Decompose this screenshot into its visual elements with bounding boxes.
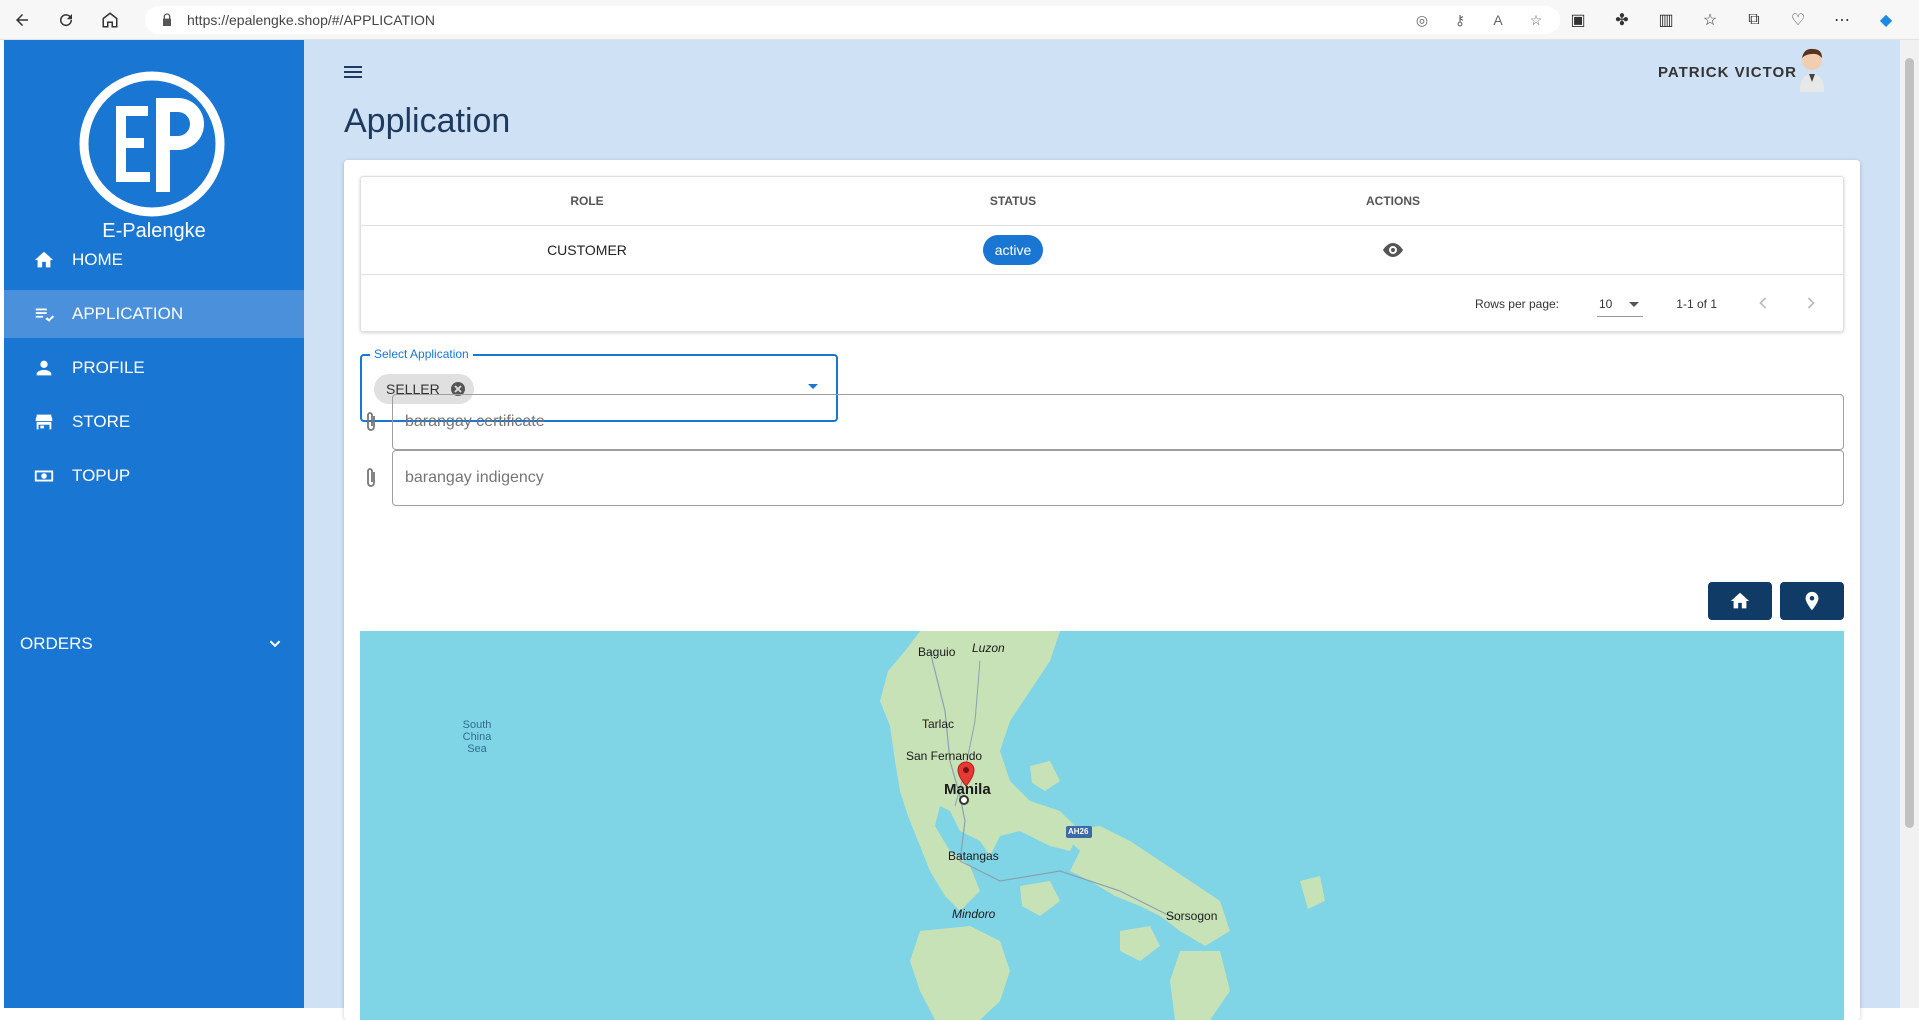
map-home-button[interactable] [1708, 582, 1772, 620]
hamburger-menu-icon[interactable] [342, 62, 366, 82]
barangay-indigency-input[interactable]: barangay indigency [392, 450, 1844, 506]
sidebar-item-store[interactable]: STORE [4, 398, 304, 446]
map-label-sorsogon: Sorsogon [1166, 909, 1218, 923]
puzzle-icon[interactable]: ✤ [1609, 7, 1635, 33]
refresh-icon[interactable] [44, 0, 88, 40]
store-icon [32, 410, 56, 434]
map-label-san-fernando: San Fernando [906, 749, 983, 763]
location-map[interactable]: Baguio Luzon Tarlac San Fernando Manila … [360, 631, 1844, 1020]
sidebar-item-label: ORDERS [20, 634, 93, 653]
app-root: E-Palengke HOME APPLICATION PROFILE STOR… [4, 40, 1900, 1020]
chevron-down-icon [269, 640, 281, 648]
key-icon[interactable]: ⚷ [1450, 10, 1470, 30]
rows-per-page-value: 10 [1599, 297, 1613, 311]
application-card: ROLE STATUS ACTIONS CUSTOMER active Rows… [344, 160, 1860, 1020]
paperclip-icon[interactable] [362, 466, 380, 490]
map-label-batangas: Batangas [948, 849, 999, 863]
scrollbar-thumb[interactable] [1905, 58, 1914, 828]
favorites-icon[interactable]: ☆ [1697, 7, 1723, 33]
map-landmass [880, 631, 1325, 1020]
map-marker-icon [1805, 591, 1819, 611]
map-label-highway: AH26 [1068, 827, 1089, 836]
cash-icon [32, 464, 56, 488]
address-bar[interactable]: https://epalengke.shop/#/APPLICATION ◎ ⚷… [145, 6, 1560, 34]
map-label-baguio: Baguio [918, 645, 956, 659]
sidebar-item-orders[interactable]: ORDERS [4, 620, 304, 668]
map-label-sea-line1: South [462, 719, 492, 731]
page-scrollbar[interactable] [1900, 40, 1919, 1008]
rows-per-page-select[interactable]: 10 [1597, 289, 1643, 317]
rows-per-page-label: Rows per page: [1474, 297, 1559, 311]
table-footer: Rows per page: 10 1-1 of 1 [361, 275, 1843, 333]
home-browser-icon[interactable] [88, 0, 132, 40]
pagination-range: 1-1 of 1 [1676, 297, 1717, 311]
map-locate-button[interactable] [1780, 582, 1844, 620]
column-header-status[interactable]: STATUS [813, 177, 1213, 225]
map-label-luzon: Luzon [972, 641, 1005, 655]
dropdown-arrow-icon[interactable] [808, 384, 818, 389]
column-header-actions: ACTIONS [1366, 194, 1420, 208]
map-label-manila: Manila [944, 781, 991, 798]
map-label-tarlac: Tarlac [922, 717, 955, 731]
dropdown-arrow-icon [1629, 302, 1639, 307]
main-content: PATRICK VICTOR Application ROLE STATUS A… [304, 40, 1900, 1020]
previous-page-icon[interactable] [1753, 293, 1773, 313]
home-icon [32, 248, 56, 272]
paperclip-icon[interactable] [362, 410, 380, 434]
lock-icon [163, 13, 171, 26]
sidebar-item-home[interactable]: HOME [4, 236, 304, 284]
status-cell: active [813, 226, 1213, 274]
sidebar-item-application[interactable]: APPLICATION [4, 290, 304, 338]
sidebar-item-label: STORE [72, 412, 131, 431]
person-icon [32, 356, 56, 380]
location-permission-icon[interactable]: ◎ [1412, 10, 1432, 30]
map-label-mindoro: Mindoro [952, 907, 996, 921]
avatar[interactable] [1796, 46, 1828, 92]
barangay-certificate-input[interactable]: barangay certificate [392, 394, 1844, 450]
url-text: https://epalengke.shop/#/APPLICATION [187, 12, 435, 28]
page-title: Application [344, 102, 511, 140]
status-badge: active [982, 235, 1044, 265]
select-application-label: Select Application [370, 347, 473, 361]
extension-icon[interactable]: ▣ [1565, 7, 1591, 33]
split-screen-icon[interactable]: ▥ [1653, 7, 1679, 33]
sidebar-item-label: PROFILE [72, 358, 145, 377]
more-icon[interactable]: ⋯ [1829, 7, 1855, 33]
column-header-role[interactable]: ROLE [361, 177, 813, 225]
sidebar-item-topup[interactable]: TOPUP [4, 452, 304, 500]
performance-icon[interactable]: ♡ [1785, 7, 1811, 33]
playlist-check-icon [32, 302, 56, 326]
map-label-sea-line2: China Sea [462, 731, 492, 755]
back-icon[interactable] [0, 0, 44, 40]
copilot-icon[interactable]: ◆ [1873, 7, 1899, 33]
user-name[interactable]: PATRICK VICTOR [1658, 64, 1797, 81]
ep-logo [76, 68, 228, 220]
browser-toolbar: https://epalengke.shop/#/APPLICATION ◎ ⚷… [0, 0, 1919, 40]
barangay-certificate-row: barangay certificate [360, 394, 1844, 450]
sidebar-item-label: APPLICATION [72, 304, 184, 323]
favorite-star-icon[interactable]: ☆ [1526, 10, 1546, 30]
roles-table: ROLE STATUS ACTIONS CUSTOMER active Rows… [360, 176, 1844, 332]
actions-cell [1213, 226, 1573, 274]
sidebar-item-profile[interactable]: PROFILE [4, 344, 304, 392]
read-aloud-icon[interactable]: A [1488, 10, 1508, 30]
collections-icon[interactable]: ⧉ [1741, 7, 1767, 33]
map-label-sea: South China Sea [452, 719, 502, 755]
sidebar-item-label: HOME [72, 250, 123, 269]
view-eye-icon[interactable] [1381, 238, 1405, 262]
sidebar-item-label: TOPUP [72, 466, 131, 485]
home-icon [1730, 592, 1750, 609]
role-cell: CUSTOMER [547, 242, 627, 258]
next-page-icon[interactable] [1801, 293, 1821, 313]
barangay-indigency-row: barangay indigency [360, 450, 1844, 506]
sidebar: E-Palengke HOME APPLICATION PROFILE STOR… [4, 40, 304, 1008]
